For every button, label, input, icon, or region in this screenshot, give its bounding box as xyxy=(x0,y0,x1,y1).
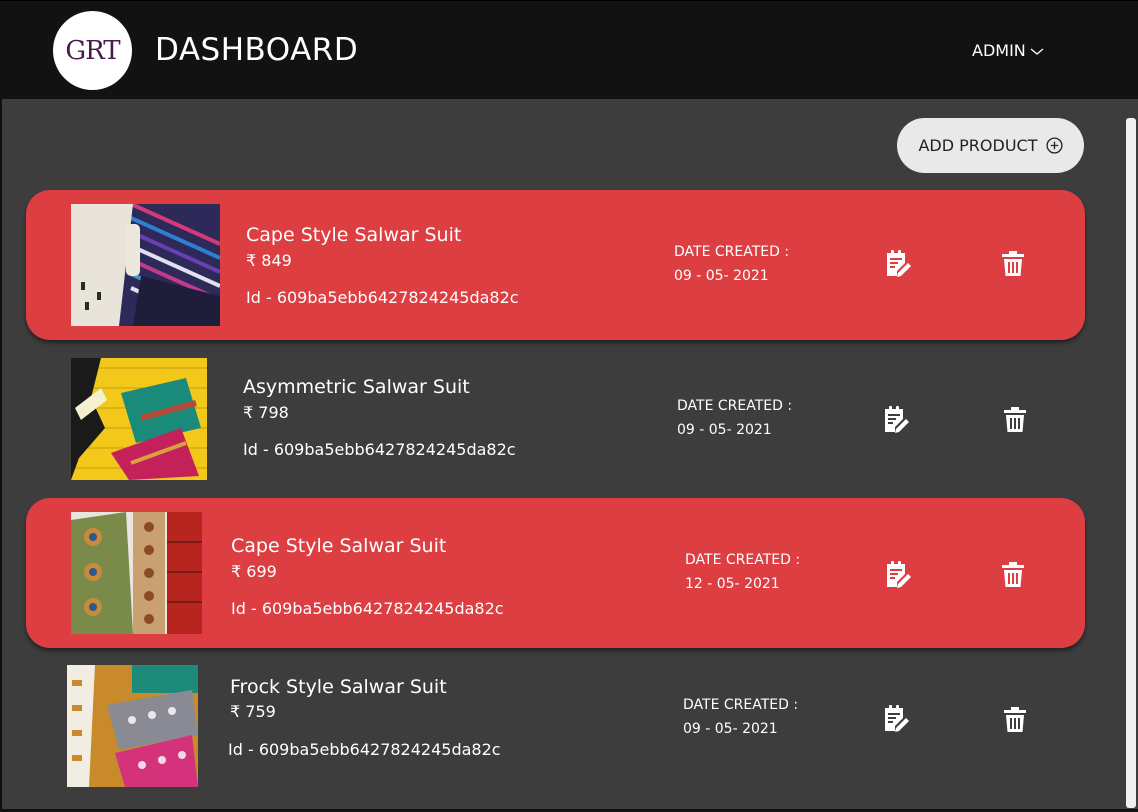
product-price: ₹ 699 xyxy=(231,562,277,581)
scrollbar[interactable] xyxy=(1126,118,1136,808)
product-name: Cape Style Salwar Suit xyxy=(231,535,447,557)
product-price: ₹ 849 xyxy=(246,251,292,270)
date-created-value: 09 - 05- 2021 xyxy=(683,721,778,737)
add-product-label: ADD PRODUCT xyxy=(918,136,1038,155)
date-created-label: DATE CREATED : xyxy=(683,697,799,713)
delete-icon xyxy=(1004,707,1026,732)
date-created-value: 09 - 05- 2021 xyxy=(674,268,769,284)
admin-menu[interactable]: ADMIN xyxy=(972,41,1044,60)
product-name: Asymmetric Salwar Suit xyxy=(243,376,470,398)
add-circle-icon xyxy=(1045,137,1063,154)
product-id: Id - 609ba5ebb6427824245da82c xyxy=(228,740,501,759)
product-price: ₹ 798 xyxy=(243,403,289,422)
edit-button[interactable] xyxy=(881,405,911,435)
product-image[interactable] xyxy=(71,204,220,326)
product-id: Id - 609ba5ebb6427824245da82c xyxy=(231,599,504,618)
delete-button[interactable] xyxy=(1000,404,1030,434)
header: GRT DASHBOARD ADMIN xyxy=(0,0,1138,99)
edit-button[interactable] xyxy=(881,704,911,734)
edit-icon xyxy=(887,250,911,277)
edit-icon xyxy=(885,705,909,732)
product-name: Frock Style Salwar Suit xyxy=(230,676,447,698)
delete-button[interactable] xyxy=(998,248,1028,278)
admin-label: ADMIN xyxy=(972,41,1026,60)
logo-text: GRT xyxy=(65,35,120,66)
delete-button[interactable] xyxy=(1000,704,1030,734)
logo[interactable]: GRT xyxy=(53,11,132,90)
date-created-label: DATE CREATED : xyxy=(677,398,793,414)
product-id: Id - 609ba5ebb6427824245da82c xyxy=(246,288,519,307)
chevron-down-icon xyxy=(1030,48,1044,55)
delete-icon xyxy=(1004,407,1026,432)
edit-icon xyxy=(885,406,909,433)
date-created-label: DATE CREATED : xyxy=(685,552,801,568)
product-image[interactable] xyxy=(67,665,198,787)
date-created-value: 12 - 05- 2021 xyxy=(685,576,780,592)
product-image[interactable] xyxy=(71,512,202,634)
edit-icon xyxy=(887,561,911,588)
date-created-label: DATE CREATED : xyxy=(674,244,790,260)
product-image[interactable] xyxy=(71,358,207,480)
edit-button[interactable] xyxy=(883,249,913,279)
delete-button[interactable] xyxy=(998,559,1028,589)
product-price: ₹ 759 xyxy=(230,702,276,721)
date-created-value: 09 - 05- 2021 xyxy=(677,422,772,438)
product-name: Cape Style Salwar Suit xyxy=(246,224,462,246)
delete-icon xyxy=(1002,251,1024,276)
window-border xyxy=(0,0,2,812)
add-product-button[interactable]: ADD PRODUCT xyxy=(897,118,1084,173)
edit-button[interactable] xyxy=(883,560,913,590)
page-title: DASHBOARD xyxy=(155,32,359,68)
product-id: Id - 609ba5ebb6427824245da82c xyxy=(243,440,516,459)
delete-icon xyxy=(1002,562,1024,587)
